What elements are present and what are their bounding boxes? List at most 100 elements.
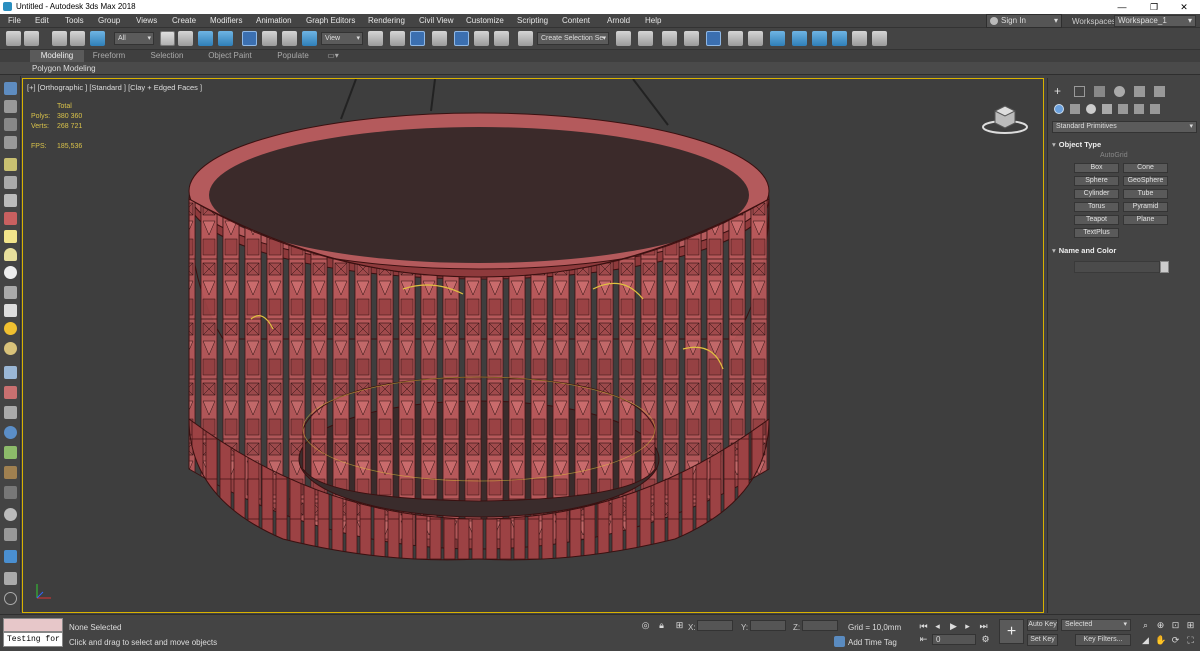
pyramid-button[interactable]: Pyramid bbox=[1123, 202, 1168, 212]
link-icon[interactable] bbox=[52, 31, 67, 46]
key-mode-icon[interactable]: ⇤ bbox=[918, 634, 929, 645]
pan-icon[interactable]: ✋ bbox=[1155, 635, 1166, 646]
geometry-icon[interactable] bbox=[1054, 104, 1064, 114]
select-by-name-icon[interactable] bbox=[178, 31, 193, 46]
select-and-rotate-icon[interactable] bbox=[262, 31, 277, 46]
maximize-viewport-icon[interactable]: ⛶ bbox=[1185, 635, 1196, 646]
textplus-button[interactable]: TextPlus bbox=[1074, 228, 1119, 238]
mirror-icon[interactable] bbox=[616, 31, 631, 46]
time-configuration-icon[interactable]: ⚙ bbox=[980, 634, 991, 645]
select-and-move-icon[interactable] bbox=[242, 31, 257, 46]
selection-lock-icon[interactable]: 🔒︎ bbox=[656, 620, 667, 631]
layers-icon[interactable] bbox=[4, 136, 17, 149]
layer-explorer-icon[interactable] bbox=[684, 31, 699, 46]
maximize-button[interactable]: ❐ bbox=[1138, 0, 1170, 14]
keyboard-shortcut-override-icon[interactable] bbox=[410, 31, 425, 46]
maxscript-listener-output[interactable] bbox=[3, 618, 63, 632]
spinner-snap-icon[interactable] bbox=[494, 31, 509, 46]
cone-icon[interactable] bbox=[4, 304, 17, 317]
utility-icon[interactable] bbox=[4, 572, 17, 585]
scene-explorer-icon[interactable] bbox=[4, 82, 17, 95]
sphere-button[interactable]: Sphere bbox=[1074, 176, 1119, 186]
globe-icon[interactable] bbox=[4, 426, 17, 439]
menu-views[interactable]: Views bbox=[136, 16, 157, 25]
go-to-end-icon[interactable]: ⏭ bbox=[978, 621, 989, 632]
set-key-icon[interactable]: + bbox=[999, 619, 1024, 644]
window-crossing-icon[interactable] bbox=[218, 31, 233, 46]
previous-frame-icon[interactable]: ◂ bbox=[932, 621, 943, 632]
menu-file[interactable]: File bbox=[8, 16, 21, 25]
set-key-button[interactable]: Set Key bbox=[1027, 634, 1058, 646]
cone-button[interactable]: Cone bbox=[1123, 163, 1168, 173]
menu-modifiers[interactable]: Modifiers bbox=[210, 16, 242, 25]
light-icon[interactable] bbox=[4, 158, 17, 171]
motion-tab-icon[interactable] bbox=[1114, 86, 1125, 97]
dynamics-icon[interactable] bbox=[4, 386, 17, 399]
quad-view-icon[interactable] bbox=[4, 528, 17, 541]
tab-freeform[interactable]: Freeform bbox=[86, 50, 132, 62]
select-manipulate-icon[interactable] bbox=[390, 31, 405, 46]
a360-gallery-icon[interactable] bbox=[872, 31, 887, 46]
rectangular-selection-icon[interactable] bbox=[198, 31, 213, 46]
schematic-view-icon[interactable] bbox=[748, 31, 763, 46]
key-filter-selection-dropdown[interactable]: Selected bbox=[1061, 619, 1131, 631]
lattice-icon[interactable] bbox=[4, 286, 17, 299]
chandelier-model[interactable] bbox=[23, 79, 1044, 613]
absolute-mode-icon[interactable]: ⊞ bbox=[674, 620, 685, 631]
menu-scripting[interactable]: Scripting bbox=[517, 16, 548, 25]
render-setup-icon[interactable] bbox=[792, 31, 807, 46]
menu-content[interactable]: Content bbox=[562, 16, 590, 25]
ribbon-options-icon[interactable]: ▭▾ bbox=[324, 50, 342, 62]
bind-space-warp-icon[interactable] bbox=[90, 31, 105, 46]
x-coordinate-input[interactable] bbox=[697, 620, 733, 631]
spacewarp-icon[interactable] bbox=[4, 212, 17, 225]
material-editor-icon[interactable] bbox=[770, 31, 785, 46]
select-and-scale-icon[interactable] bbox=[282, 31, 297, 46]
object-color-swatch[interactable] bbox=[1160, 261, 1169, 273]
polygon-modeling-panel[interactable]: Polygon Modeling bbox=[32, 64, 96, 73]
utilities-tab-icon[interactable] bbox=[1154, 86, 1165, 97]
menu-tools[interactable]: Tools bbox=[65, 16, 84, 25]
render-icon[interactable] bbox=[4, 550, 17, 563]
workspace-dropdown[interactable]: Workspace_1 bbox=[1114, 15, 1196, 27]
box-icon[interactable] bbox=[4, 230, 17, 243]
create-icon[interactable] bbox=[4, 100, 17, 113]
space-warps-icon[interactable] bbox=[1134, 104, 1144, 114]
minimize-button[interactable]: — bbox=[1106, 0, 1138, 14]
menu-edit[interactable]: Edit bbox=[35, 16, 49, 25]
selection-filter-dropdown[interactable]: All bbox=[114, 32, 154, 45]
rendered-frame-window-icon[interactable] bbox=[812, 31, 827, 46]
align-icon[interactable] bbox=[638, 31, 653, 46]
systems-icon[interactable] bbox=[1150, 104, 1160, 114]
snaps-toggle-icon[interactable] bbox=[432, 31, 447, 46]
animation-icon[interactable] bbox=[4, 366, 17, 379]
sphere-icon[interactable] bbox=[4, 266, 17, 279]
play-icon[interactable]: ▶ bbox=[948, 621, 959, 632]
render-production-icon[interactable] bbox=[832, 31, 847, 46]
viewport-shading-icon[interactable] bbox=[4, 508, 17, 521]
tab-selection[interactable]: Selection bbox=[142, 50, 192, 62]
menu-civil-view[interactable]: Civil View bbox=[419, 16, 454, 25]
autogrid-checkbox[interactable]: AutoGrid bbox=[1100, 152, 1128, 159]
time-tag-icon[interactable] bbox=[834, 636, 845, 647]
curve-editor-icon[interactable] bbox=[728, 31, 743, 46]
unlink-icon[interactable] bbox=[70, 31, 85, 46]
menu-arnold[interactable]: Arnold bbox=[607, 16, 630, 25]
modify-tab-icon[interactable] bbox=[1074, 86, 1085, 97]
help-icon[interactable] bbox=[4, 592, 17, 605]
angle-snap-icon[interactable] bbox=[454, 31, 469, 46]
menu-customize[interactable]: Customize bbox=[466, 16, 504, 25]
field-of-view-icon[interactable]: ◢ bbox=[1140, 635, 1151, 646]
lights-icon[interactable] bbox=[1086, 104, 1096, 114]
close-button[interactable]: ✕ bbox=[1168, 0, 1200, 14]
percent-snap-icon[interactable] bbox=[474, 31, 489, 46]
toggle-ribbon-icon[interactable] bbox=[706, 31, 721, 46]
box-button[interactable]: Box bbox=[1074, 163, 1119, 173]
geosphere-button[interactable]: GeoSphere bbox=[1123, 176, 1168, 186]
cylinder-button[interactable]: Cylinder bbox=[1074, 189, 1119, 199]
z-coordinate-input[interactable] bbox=[802, 620, 838, 631]
edit-named-selection-icon[interactable] bbox=[518, 31, 533, 46]
material-icon[interactable] bbox=[4, 342, 17, 355]
key-filters-button[interactable]: Key Filters... bbox=[1075, 634, 1131, 646]
populate-icon[interactable] bbox=[4, 466, 17, 479]
